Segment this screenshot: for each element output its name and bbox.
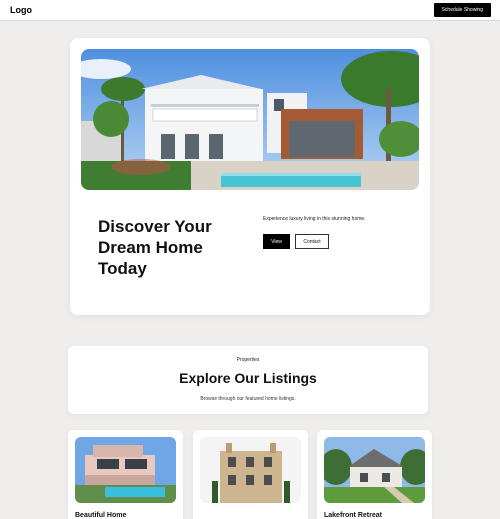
property-image [324,437,425,503]
property-card[interactable]: Lakefront Retreat [317,430,432,519]
property-card[interactable] [193,430,308,519]
top-navbar: Logo Schedule Showing [0,0,500,21]
section-subtitle: Browse through our featured home listing… [200,396,296,402]
view-button[interactable]: View [263,234,290,249]
listings-section-header: Properties Explore Our Listings Browse t… [68,346,428,414]
property-image [200,437,301,503]
contact-button[interactable]: Contact [295,234,329,249]
hero-subtitle: Experience luxury living in this stunnin… [263,216,366,222]
property-image [75,437,176,503]
property-card[interactable]: Beautiful Home [68,430,183,519]
property-name: Beautiful Home [75,512,127,519]
section-title: Explore Our Listings [179,370,317,386]
hero-card: Discover Your Dream Home Today Experienc… [70,38,430,315]
schedule-showing-button[interactable]: Schedule Showing [433,3,491,17]
property-name: Lakefront Retreat [324,512,382,519]
hero-house-image [81,49,419,190]
hero-title: Discover Your Dream Home Today [98,217,212,278]
logo[interactable]: Logo [10,5,32,15]
section-kicker: Properties [236,357,260,363]
